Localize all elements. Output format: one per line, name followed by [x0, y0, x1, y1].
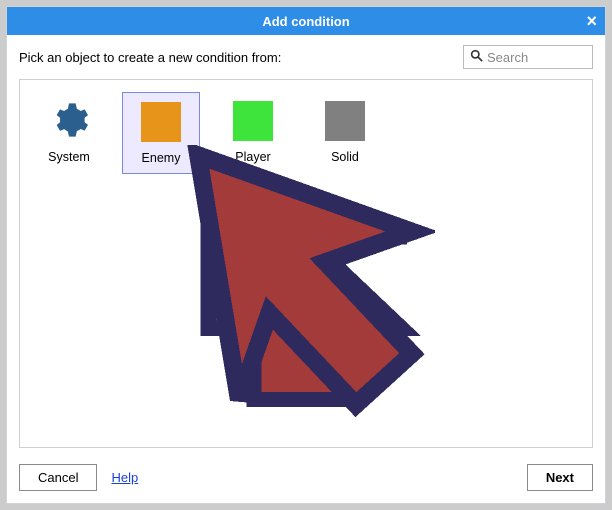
- object-player[interactable]: Player: [214, 92, 292, 174]
- object-label: Solid: [308, 150, 382, 164]
- object-system[interactable]: System: [30, 92, 108, 174]
- add-condition-dialog: Add condition × Pick an object to create…: [6, 6, 606, 504]
- enemy-swatch: [141, 102, 181, 142]
- dialog-title: Add condition: [262, 14, 349, 29]
- next-button[interactable]: Next: [527, 464, 593, 491]
- object-label: System: [32, 150, 106, 164]
- object-grid: System Enemy Player Solid: [30, 92, 582, 174]
- search-input[interactable]: [487, 50, 586, 65]
- object-solid[interactable]: Solid: [306, 92, 384, 174]
- player-swatch: [233, 101, 273, 141]
- object-panel: System Enemy Player Solid: [19, 79, 593, 448]
- object-label: Player: [216, 150, 290, 164]
- header-row: Pick an object to create a new condition…: [7, 35, 605, 79]
- cursor-arrow-icon: [208, 165, 407, 399]
- search-icon: [470, 49, 483, 65]
- close-icon[interactable]: ×: [586, 10, 597, 32]
- object-label: Enemy: [125, 151, 197, 165]
- solid-swatch: [325, 101, 365, 141]
- cancel-button[interactable]: Cancel: [19, 464, 97, 491]
- object-enemy[interactable]: Enemy: [122, 92, 200, 174]
- help-link[interactable]: Help: [111, 470, 138, 485]
- footer: Cancel Help Next: [7, 456, 605, 503]
- prompt-text: Pick an object to create a new condition…: [19, 50, 463, 65]
- search-field[interactable]: [463, 45, 593, 69]
- titlebar: Add condition ×: [7, 7, 605, 35]
- gear-icon: [49, 100, 89, 143]
- cursor-arrow-overlay: [175, 145, 435, 425]
